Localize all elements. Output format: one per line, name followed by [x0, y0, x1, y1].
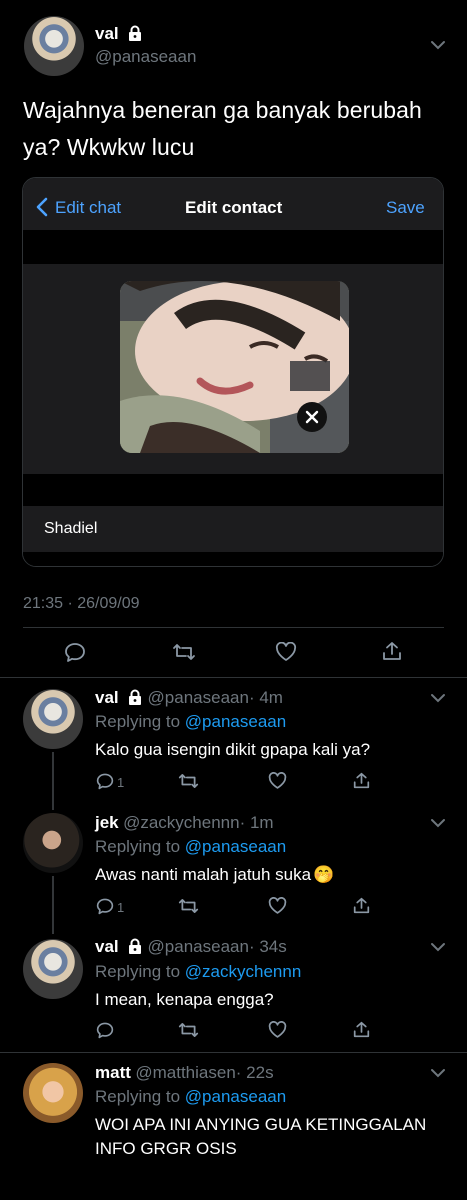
tweet-text-line-1: Wajahnya beneran ga banyak berubah: [23, 97, 422, 123]
chevron-down-icon[interactable]: [430, 40, 446, 50]
spacer-band: [23, 230, 443, 264]
reply-header: val @panaseaan· 4m: [95, 688, 283, 708]
retweet-icon[interactable]: [178, 897, 199, 915]
retweet-icon[interactable]: [172, 642, 196, 662]
reply-count: 1: [117, 775, 125, 790]
lock-icon: [127, 938, 143, 954]
reply-text-line-2: INFO GRGR OSIS: [95, 1139, 237, 1158]
reply-text-line-1: WOI APA INI ANYING GUA KETINGGALAN: [95, 1115, 427, 1134]
tweet-timestamp[interactable]: 21:35 · 26/09/09: [23, 595, 140, 613]
like-icon[interactable]: [268, 897, 287, 915]
reply-icon[interactable]: [96, 772, 114, 790]
replying-prefix: Replying to: [95, 712, 181, 731]
reply-time: · 34s: [248, 937, 287, 956]
like-icon[interactable]: [275, 642, 297, 662]
share-icon[interactable]: [353, 1020, 370, 1039]
replying-to: Replying to @panaseaan: [95, 712, 286, 732]
divider: [23, 627, 444, 628]
avatar[interactable]: [23, 1063, 83, 1123]
avatar[interactable]: [23, 813, 83, 873]
reply-icon[interactable]: [64, 641, 86, 663]
back-chevron-icon[interactable]: [36, 197, 48, 217]
reply-text-row: Awas nanti malah jatuh suka 🤭: [95, 865, 334, 885]
author-name[interactable]: val: [95, 24, 119, 43]
contact-name-field[interactable]: Shadiel: [44, 520, 97, 538]
share-icon[interactable]: [382, 640, 402, 662]
reply-author-handle[interactable]: @panaseaan: [148, 937, 249, 956]
lock-icon: [127, 689, 143, 705]
chevron-down-icon[interactable]: [430, 818, 446, 828]
remove-photo-button[interactable]: [297, 402, 327, 432]
divider: [0, 1052, 467, 1053]
reply-icon[interactable]: [96, 897, 114, 915]
nav-title: Edit contact: [185, 198, 283, 217]
reply-time: · 22s: [235, 1063, 274, 1082]
reply-author-name[interactable]: jek: [95, 813, 119, 832]
reply-time: · 4m: [248, 688, 283, 707]
replying-prefix: Replying to: [95, 837, 181, 856]
thread-line: [52, 752, 54, 810]
back-button[interactable]: Edit chat: [55, 198, 121, 218]
replying-prefix: Replying to: [95, 1087, 181, 1106]
replying-to-link[interactable]: @panaseaan: [185, 837, 286, 856]
share-icon[interactable]: [353, 896, 370, 915]
chevron-down-icon[interactable]: [430, 942, 446, 952]
face-with-hand-over-mouth-emoji: 🤭: [313, 865, 335, 884]
share-icon[interactable]: [353, 771, 370, 790]
reply-text: Kalo gua isengin dikit gpapa kali ya?: [95, 740, 371, 759]
replying-to-link[interactable]: @panaseaan: [185, 712, 286, 731]
reply-time: · 1m: [239, 813, 274, 832]
chevron-down-icon[interactable]: [430, 1068, 446, 1078]
reply-author-name[interactable]: val: [95, 688, 119, 707]
chevron-down-icon[interactable]: [430, 693, 446, 703]
replying-prefix: Replying to: [95, 962, 181, 981]
like-icon[interactable]: [268, 1021, 287, 1039]
reply-author-handle[interactable]: @panaseaan: [148, 688, 249, 707]
spacer-band: [23, 474, 443, 506]
attached-screenshot[interactable]: Edit chat Edit contact Save Shadiel: [22, 177, 444, 567]
replying-to: Replying to @zackychennn: [95, 962, 301, 982]
thread-line: [52, 876, 54, 934]
replying-to: Replying to @panaseaan: [95, 1087, 286, 1107]
author-handle[interactable]: @panaseaan: [95, 47, 196, 67]
retweet-icon[interactable]: [178, 772, 199, 790]
reply-icon[interactable]: [96, 1021, 114, 1039]
reply-header: matt @matthiasen· 22s: [95, 1063, 274, 1083]
like-icon[interactable]: [268, 772, 287, 790]
save-button[interactable]: Save: [386, 198, 425, 218]
reply-author-name[interactable]: val: [95, 937, 119, 956]
reply-author-handle[interactable]: @zackychennn: [123, 813, 240, 832]
reply-header: val @panaseaan· 34s: [95, 937, 287, 957]
reply-author-handle[interactable]: @matthiasen: [135, 1063, 235, 1082]
avatar[interactable]: [23, 689, 83, 749]
reply-author-name[interactable]: matt: [95, 1063, 131, 1082]
author-row: val: [95, 24, 143, 44]
reply-text: Awas nanti malah jatuh suka: [95, 865, 312, 884]
replying-to-link[interactable]: @panaseaan: [185, 1087, 286, 1106]
close-icon: [305, 410, 319, 424]
reply-header: jek @zackychennn· 1m: [95, 813, 274, 833]
retweet-icon[interactable]: [178, 1021, 199, 1039]
spacer-band: [23, 552, 443, 566]
lock-icon: [127, 25, 143, 41]
reply-text: I mean, kenapa engga?: [95, 990, 274, 1009]
divider: [0, 677, 467, 678]
avatar[interactable]: [23, 939, 83, 999]
tweet-text-line-2: ya? Wkwkw lucu: [23, 134, 195, 160]
reply-count: 1: [117, 900, 125, 915]
avatar[interactable]: [24, 16, 84, 76]
replying-to: Replying to @panaseaan: [95, 837, 286, 857]
replying-to-link[interactable]: @zackychennn: [185, 962, 302, 981]
